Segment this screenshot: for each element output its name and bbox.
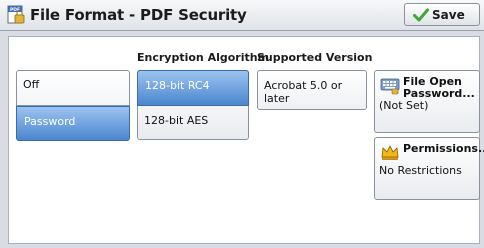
title-bar: PDF File Format - PDF Security Save: [0, 0, 484, 31]
encryption-heading: Encryption Algorithm: [137, 51, 270, 64]
permissions-label: Permissions...: [403, 142, 484, 155]
option-password-label: Password: [24, 115, 76, 128]
option-128-bit-rc4[interactable]: 128-bit RC4: [137, 70, 249, 106]
permissions-button[interactable]: Permissions... No Restrictions: [374, 137, 484, 200]
option-password[interactable]: Password: [16, 106, 130, 141]
save-button-label: Save: [432, 8, 465, 22]
file-open-password-value: (Not Set): [379, 99, 429, 112]
option-off[interactable]: Off: [16, 70, 130, 105]
option-rc4-label: 128-bit RC4: [145, 79, 210, 92]
checkmark-icon: [413, 8, 429, 22]
pdf-document-icon: PDF: [7, 5, 25, 24]
option-128-bit-aes[interactable]: 128-bit AES: [137, 106, 249, 141]
option-off-label: Off: [23, 78, 40, 91]
supported-version-box: Acrobat 5.0 or later: [257, 70, 367, 110]
option-aes-label: 128-bit AES: [144, 114, 209, 127]
file-open-password-button[interactable]: File Open Password... (Not Set): [374, 70, 480, 133]
security-method-group: Off Password: [16, 70, 130, 141]
encryption-group: 128-bit RC4 128-bit AES: [137, 70, 249, 140]
supported-version-heading: Supported Version: [257, 51, 373, 64]
page-title: File Format - PDF Security: [30, 6, 247, 24]
keyboard-icon: [380, 78, 400, 95]
svg-text:PDF: PDF: [10, 7, 20, 13]
crown-icon: [381, 145, 399, 160]
supported-version-value: Acrobat 5.0 or later: [264, 79, 343, 105]
save-button[interactable]: Save: [404, 3, 480, 26]
permissions-value: No Restrictions: [379, 164, 462, 177]
